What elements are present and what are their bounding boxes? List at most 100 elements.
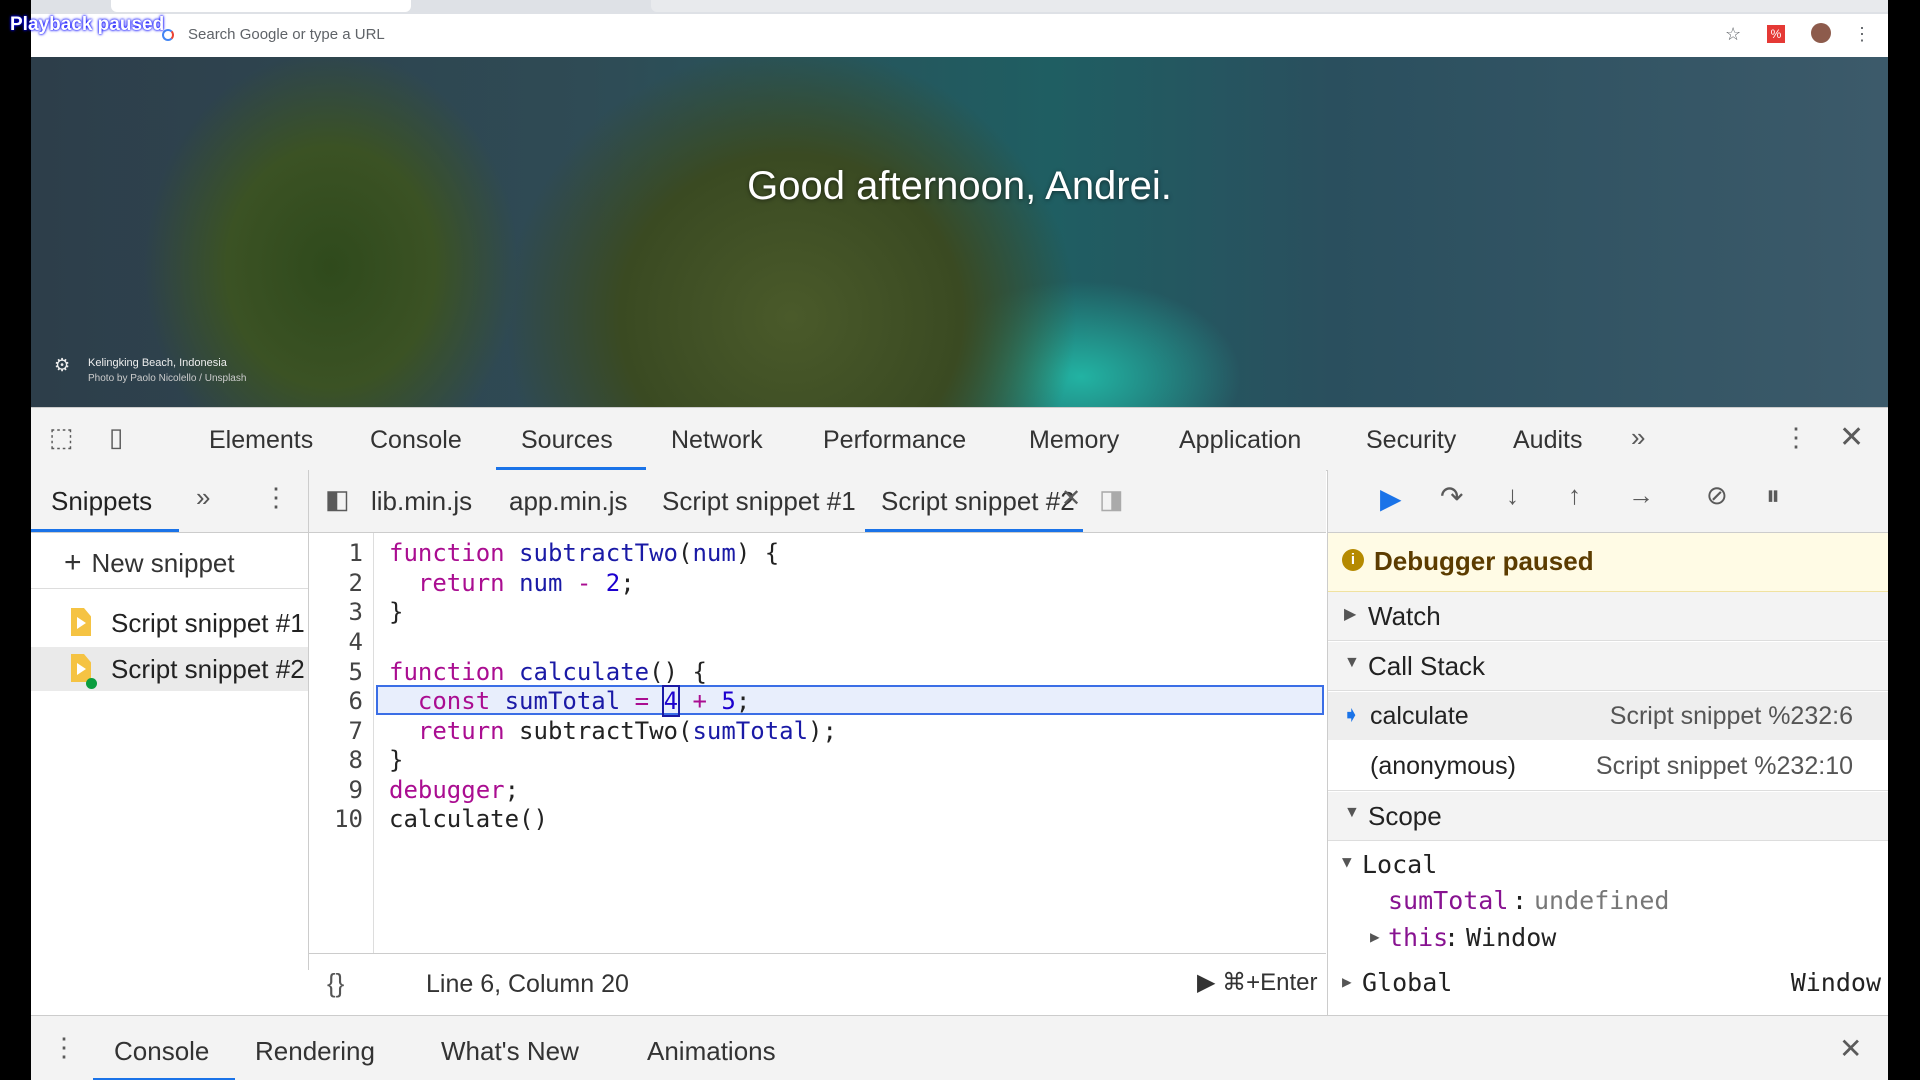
navigator-header: Snippets » ⋮	[31, 470, 308, 533]
snippets-tab-indicator	[31, 529, 179, 532]
new-snippet-label: New snippet	[91, 548, 235, 578]
scope-section[interactable]: ▼ Scope	[1328, 792, 1888, 841]
step-over-icon[interactable]: ↷	[1440, 480, 1463, 513]
hero-background: Good afternoon, Andrei. ⚙ Kelingking Bea…	[31, 57, 1888, 407]
play-icon: ▶	[1197, 969, 1223, 996]
line-number[interactable]: 1	[349, 539, 363, 567]
scope-variable[interactable]: ▶ this: Window	[1328, 915, 1888, 963]
line-number[interactable]: 3	[349, 598, 363, 626]
devtools-tabbar: ⬚ ▯ Elements Console Sources Network Per…	[31, 408, 1888, 471]
code-line: const sumTotal = 4 + 5;	[417, 685, 751, 717]
device-toolbar-icon[interactable]: ▯	[109, 422, 123, 453]
snippet-item-1[interactable]: Script snippet #1	[31, 601, 308, 645]
line-number[interactable]: 5	[349, 658, 363, 686]
drawer-tab-whats-new[interactable]: What's New	[441, 1036, 579, 1067]
editor-tabbar: ◧ lib.min.js app.min.js Script snippet #…	[309, 470, 1326, 533]
frame-name: calculate	[1370, 702, 1469, 730]
pause-on-exceptions-icon[interactable]: ⏸	[1766, 480, 1780, 513]
line-number[interactable]: 8	[349, 746, 363, 774]
tab-application[interactable]: Application	[1179, 426, 1301, 455]
address-bar[interactable]: Search Google or type a URL ☆ % ⋮	[31, 14, 1888, 58]
call-frame-row[interactable]: (anonymous) Script snippet %232:10	[1328, 742, 1888, 791]
editor-tab-app[interactable]: app.min.js	[509, 486, 628, 517]
line-number[interactable]: 6	[349, 687, 363, 715]
gear-icon[interactable]: ⚙	[54, 356, 70, 374]
info-icon: i	[1342, 549, 1364, 571]
debugger-toolbar: ▶︎ ↷ ↓ ↑ → ⊘ ⏸	[1328, 470, 1888, 533]
url-input[interactable]: Search Google or type a URL	[188, 26, 385, 43]
toggle-debugger-icon[interactable]: ◨	[1099, 484, 1124, 515]
devtools-panel: ⬚ ▯ Elements Console Sources Network Per…	[31, 407, 1888, 1080]
tab-security[interactable]: Security	[1366, 426, 1456, 455]
tab-snippets[interactable]: Snippets	[51, 486, 152, 517]
greeting: Good afternoon, Andrei.	[747, 164, 1172, 208]
var-value: undefined	[1534, 886, 1670, 915]
more-icon[interactable]: »	[196, 482, 210, 513]
expand-arrow-icon: ▶	[1370, 927, 1380, 946]
more-tabs-icon[interactable]: »	[1631, 422, 1645, 453]
tab-performance[interactable]: Performance	[823, 426, 966, 455]
drawer-tab-console[interactable]: Console	[114, 1036, 209, 1067]
tab-console[interactable]: Console	[370, 426, 462, 455]
scope-global[interactable]: ▶ Global Window	[1328, 960, 1888, 1008]
plus-icon: +	[64, 546, 82, 579]
step-out-icon[interactable]: ↑	[1568, 480, 1581, 511]
line-number[interactable]: 10	[334, 805, 363, 833]
tab-memory[interactable]: Memory	[1029, 426, 1119, 455]
cursor-position: Line 6, Column 20	[426, 970, 629, 998]
paused-dot-icon	[86, 678, 97, 689]
code-line: debugger;	[389, 776, 520, 804]
pretty-print-icon[interactable]: {}	[327, 968, 344, 999]
snippet-item-2[interactable]: Script snippet #2	[31, 647, 308, 691]
toggle-navigator-icon[interactable]: ◧	[325, 484, 350, 515]
call-frame-row[interactable]: ➧ calculate Script snippet %232:6	[1328, 692, 1888, 740]
code-line: }	[389, 746, 404, 774]
run-snippet-button[interactable]: ▶ ⌘+Enter	[1197, 968, 1318, 997]
navigator-pane: Snippets » ⋮ + New snippet Script snippet…	[31, 470, 309, 970]
tab-elements[interactable]: Elements	[209, 426, 313, 455]
collapse-arrow-icon: ▼	[1344, 654, 1360, 671]
close-tab-icon[interactable]: ✕	[1061, 484, 1081, 513]
editor-tab-lib[interactable]: lib.min.js	[371, 486, 472, 517]
code-line: }	[389, 598, 404, 626]
call-stack-section[interactable]: ▼ Call Stack	[1328, 642, 1888, 691]
editor-tab-snippet-2[interactable]: Script snippet #2	[881, 486, 1075, 517]
close-drawer-icon[interactable]: ✕	[1839, 1032, 1862, 1065]
inspect-element-icon[interactable]: ⬚	[49, 422, 74, 453]
menu-kebab-icon[interactable]: ⋮	[1853, 24, 1871, 45]
var-name: sumTotal	[1388, 886, 1509, 915]
navigator-menu-icon[interactable]: ⋮	[263, 482, 289, 513]
debugger-paused-banner: i Debugger paused	[1328, 533, 1888, 592]
tab-audits[interactable]: Audits	[1513, 426, 1582, 455]
deactivate-breakpoints-icon[interactable]: ⊘	[1706, 480, 1728, 511]
line-number[interactable]: 2	[349, 569, 363, 597]
drawer-tab-rendering[interactable]: Rendering	[255, 1036, 375, 1067]
close-icon[interactable]: ✕	[1839, 420, 1864, 455]
editor-tab-snippet-1[interactable]: Script snippet #1	[662, 486, 856, 517]
snippet-file-icon	[71, 608, 91, 636]
watch-section[interactable]: ▶ Watch	[1328, 592, 1888, 641]
step-icon[interactable]: →	[1628, 480, 1654, 511]
code-editor[interactable]: 1 2 3 4 5 6 7 8 9 10 function subtractTw…	[309, 533, 1326, 953]
line-number[interactable]: 7	[349, 717, 363, 745]
code-line: return num - 2;	[417, 569, 635, 597]
editor-status-bar: {} Line 6, Column 20 ▶ ⌘+Enter	[309, 953, 1326, 1016]
star-icon[interactable]: ☆	[1725, 24, 1741, 45]
tab-sources[interactable]: Sources	[521, 426, 613, 455]
global-value: Window	[1790, 968, 1881, 997]
drawer-menu-icon[interactable]: ⋮	[51, 1032, 77, 1063]
devtools-menu-icon[interactable]: ⋮	[1783, 422, 1809, 453]
line-number[interactable]: 4	[349, 628, 363, 656]
tab-network[interactable]: Network	[671, 426, 763, 455]
step-into-icon[interactable]: ↓	[1506, 480, 1519, 511]
drawer-tabbar: ⋮ Console Rendering What's New Animation…	[31, 1015, 1888, 1080]
avatar[interactable]	[1811, 23, 1831, 43]
resume-icon[interactable]: ▶︎	[1380, 482, 1402, 515]
line-number[interactable]: 9	[349, 776, 363, 804]
current-frame-icon: ➧	[1342, 702, 1361, 727]
new-snippet-button[interactable]: + New snippet	[64, 546, 235, 580]
drawer-tab-animations[interactable]: Animations	[647, 1036, 776, 1067]
extension-icon[interactable]: %	[1767, 25, 1785, 43]
browser-tab[interactable]	[111, 0, 411, 12]
run-shortcut: ⌘+Enter	[1222, 969, 1318, 996]
